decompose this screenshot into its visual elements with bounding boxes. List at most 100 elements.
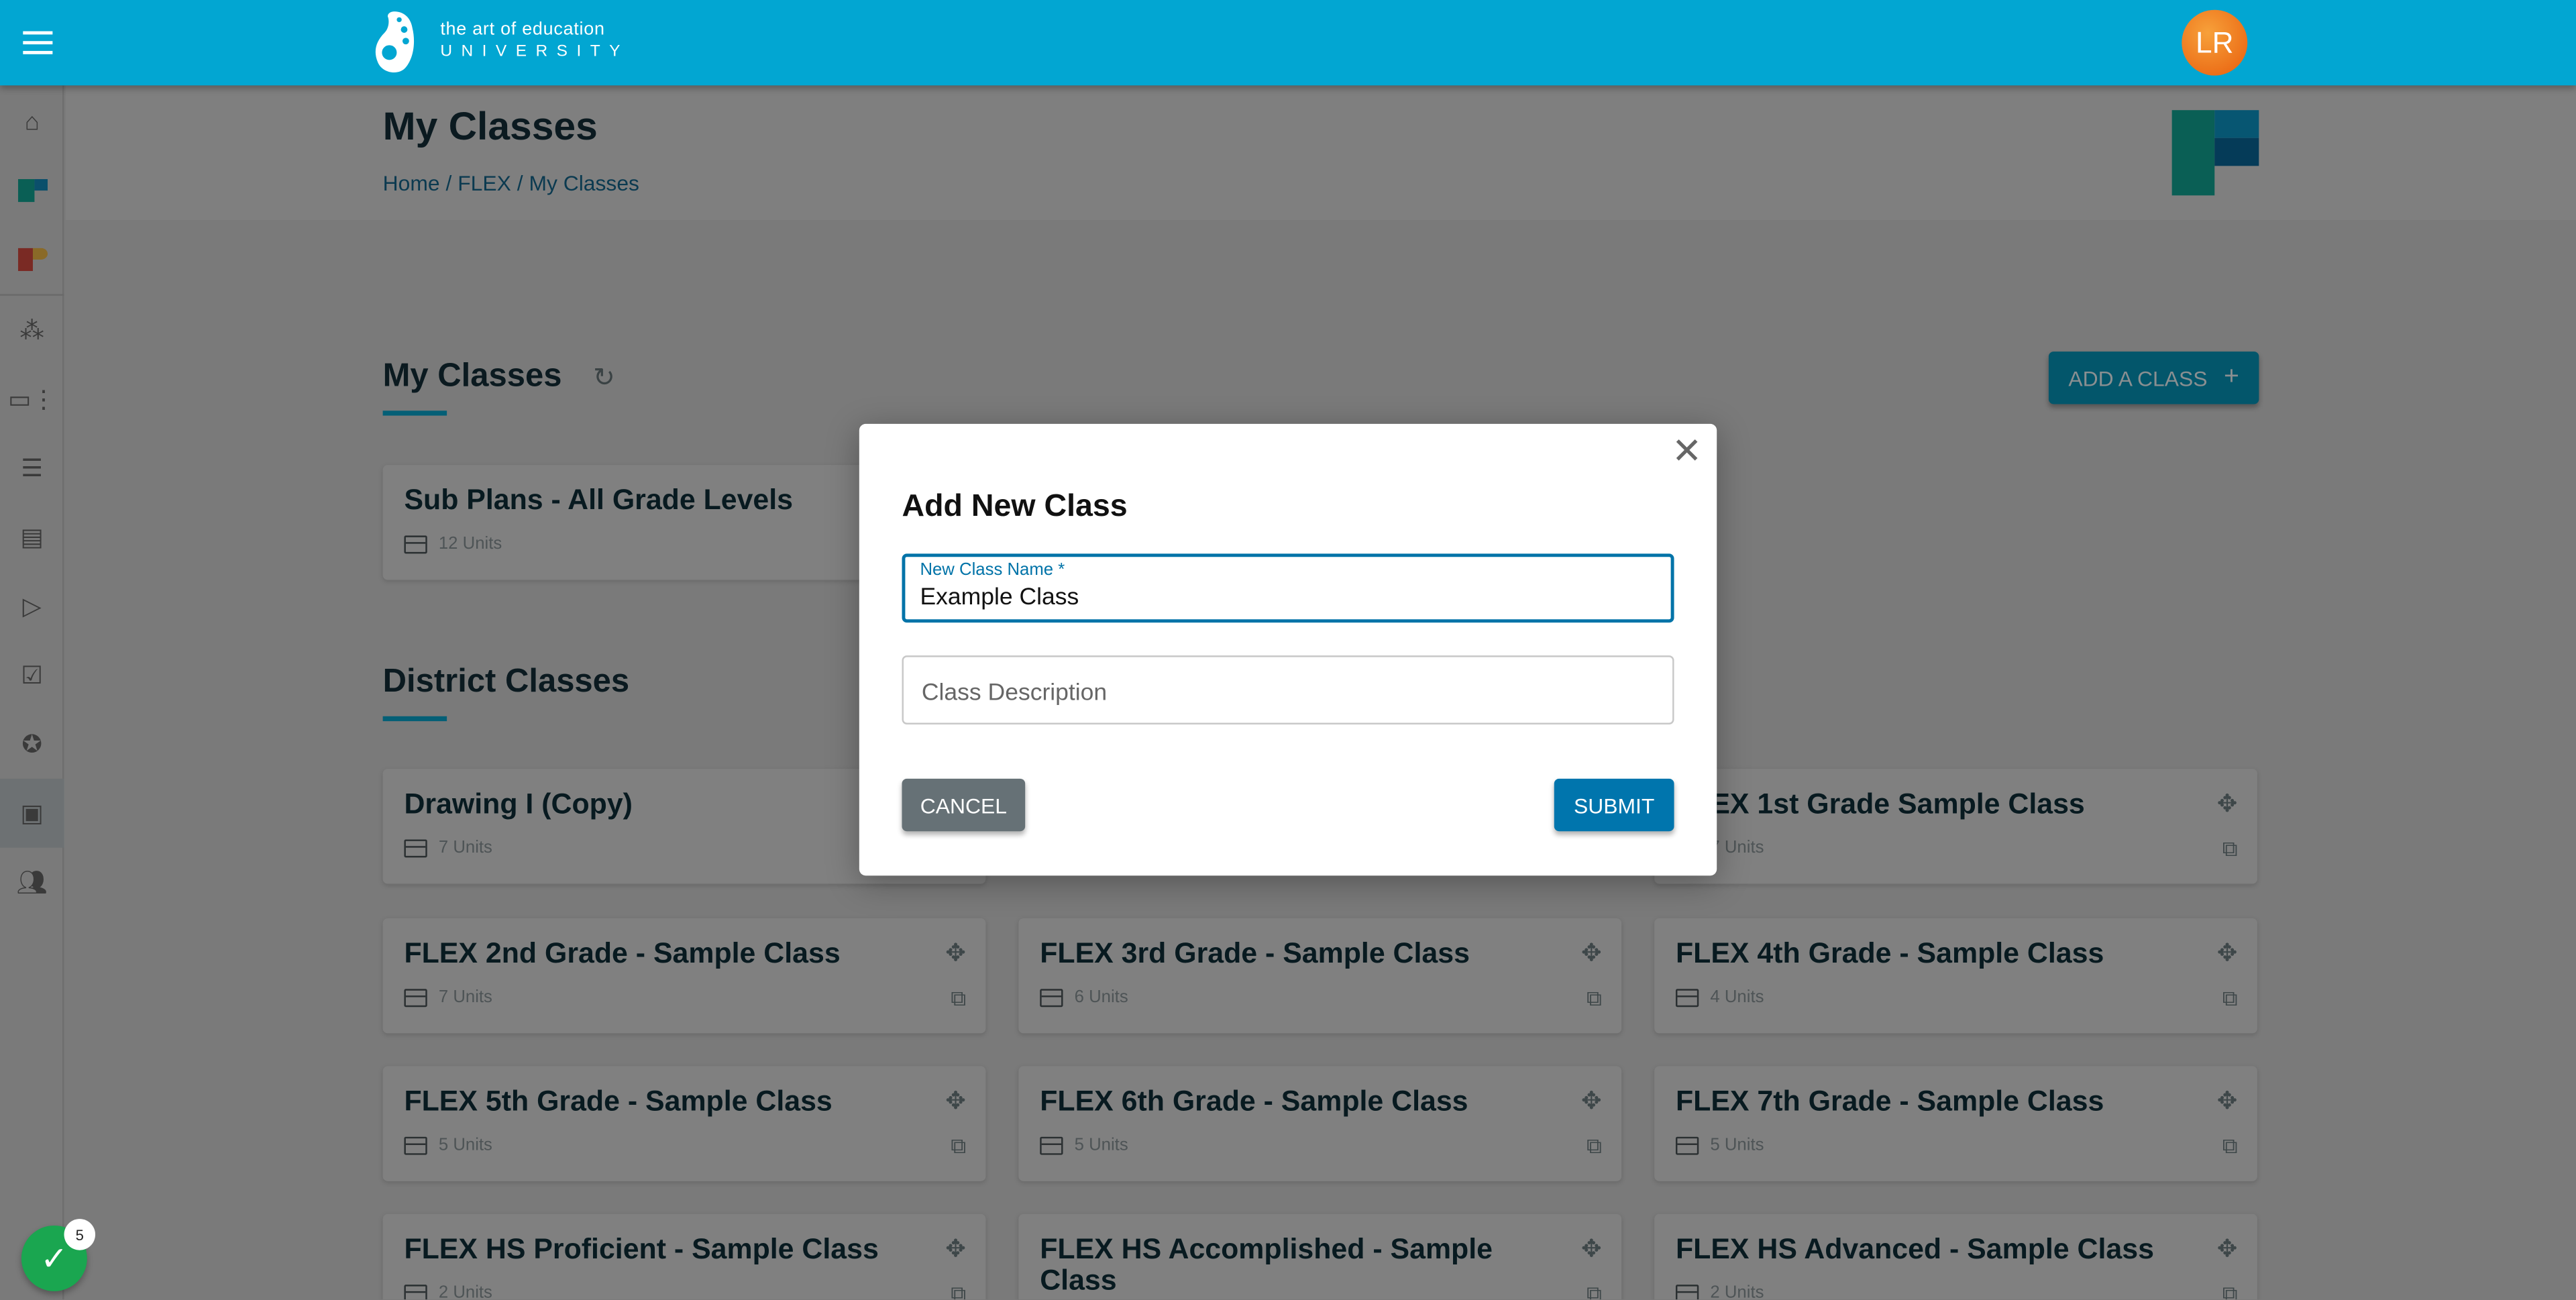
class-card-units: 12 Units — [438, 533, 502, 554]
move-icon[interactable]: ✥ — [1581, 1086, 1602, 1116]
class-card[interactable]: FLEX 1st Grade Sample Class 7 Units ✥ ⧉ — [1654, 769, 2257, 884]
notification-badge: 5 — [64, 1219, 96, 1250]
dialog-title: Add New Class — [902, 489, 1128, 525]
copy-icon[interactable]: ⧉ — [2222, 836, 2238, 863]
cancel-button[interactable]: CANCEL — [902, 778, 1026, 832]
sidebar-document-icon[interactable]: ▤ — [0, 508, 64, 567]
move-icon[interactable]: ✥ — [945, 938, 966, 968]
flex-logo-icon — [2171, 110, 2259, 196]
top-header: the art of education UNIVERSITY LR — [0, 0, 2576, 86]
sidebar-dashboard-icon[interactable]: ▭⋮ — [0, 370, 64, 429]
add-a-class-label: ADD A CLASS — [2068, 365, 2208, 390]
logo-line2: UNIVERSITY — [440, 42, 630, 61]
plus-icon: + — [2223, 363, 2239, 391]
class-card[interactable]: FLEX HS Proficient - Sample Class 2 Units… — [382, 1213, 986, 1300]
sidebar-home-icon[interactable]: ⌂ — [0, 92, 64, 151]
units-icon — [404, 838, 427, 857]
new-class-name-input[interactable]: New Class Name * Example Class — [902, 553, 1674, 623]
copy-icon[interactable]: ⧉ — [2222, 985, 2238, 1012]
class-card-title: FLEX HS Accomplished - Sample Class — [1040, 1232, 1493, 1297]
move-icon[interactable]: ✥ — [2217, 789, 2238, 818]
submit-button[interactable]: SUBMIT — [1554, 778, 1674, 832]
units-icon — [404, 1136, 427, 1154]
class-description-input[interactable]: Class Description — [902, 655, 1674, 725]
move-icon[interactable]: ✥ — [2217, 1086, 2238, 1116]
class-description-placeholder: Class Description — [921, 680, 1108, 707]
move-icon[interactable]: ✥ — [1581, 1234, 1602, 1264]
move-icon[interactable]: ✥ — [1581, 938, 1602, 968]
units-icon — [404, 535, 427, 553]
class-card-title: FLEX 4th Grade - Sample Class — [1675, 936, 2104, 969]
page-title: My Classes — [382, 105, 598, 150]
new-class-name-label: New Class Name * — [920, 560, 1065, 580]
move-icon[interactable]: ✥ — [2217, 938, 2238, 968]
avatar[interactable]: LR — [2182, 9, 2248, 76]
class-card-units: 5 Units — [1710, 1135, 1764, 1155]
hamburger-menu-icon[interactable] — [23, 31, 53, 54]
move-icon[interactable]: ✥ — [945, 1086, 966, 1116]
class-card[interactable]: FLEX 6th Grade - Sample Class 5 Units ✥ ⧉ — [1018, 1066, 1622, 1181]
class-card[interactable]: FLEX HS Accomplished - Sample Class ✥ ⧉ — [1018, 1213, 1622, 1300]
class-card-title: Drawing I (Copy) — [404, 787, 633, 820]
breadcrumb-current: My Classes — [529, 170, 640, 196]
class-card[interactable]: FLEX HS Advanced - Sample Class 2 Units ✥ ⧉ — [1654, 1213, 2257, 1300]
class-card[interactable]: FLEX 3rd Grade - Sample Class 6 Units ✥ ⧉ — [1018, 918, 1622, 1034]
heading-underline — [382, 411, 447, 416]
add-new-class-dialog: ✕ Add New Class New Class Name * Example… — [859, 423, 1717, 876]
palette-logo-icon — [375, 11, 415, 73]
close-icon[interactable]: ✕ — [1672, 433, 1702, 470]
copy-icon[interactable]: ⧉ — [951, 1134, 966, 1160]
breadcrumb-home[interactable]: Home — [383, 171, 440, 196]
copy-icon[interactable]: ⧉ — [2222, 1281, 2238, 1300]
class-card[interactable]: FLEX 7th Grade - Sample Class 5 Units ✥ ⧉ — [1654, 1066, 2257, 1181]
class-card[interactable]: FLEX 5th Grade - Sample Class 5 Units ✥ ⧉ — [382, 1066, 986, 1181]
sidebar: ⌂ ⁂ ▭⋮ ☰ ▤ ▷ ☑ ✪ ▣ 👥︎ — [0, 85, 64, 1300]
district-classes-heading: District Classes — [382, 663, 630, 700]
class-card-units: 2 Units — [438, 1283, 492, 1300]
copy-icon[interactable]: ⧉ — [1587, 985, 1602, 1012]
units-icon — [1040, 1136, 1063, 1154]
class-card-units: 7 Units — [438, 987, 492, 1008]
add-a-class-button[interactable]: ADD A CLASS + — [2048, 351, 2259, 404]
class-card-units: 5 Units — [438, 1135, 492, 1155]
heading-underline — [382, 716, 447, 722]
class-card-title: FLEX 3rd Grade - Sample Class — [1040, 936, 1470, 969]
class-card-title: FLEX 1st Grade Sample Class — [1675, 787, 2085, 820]
units-icon — [1675, 1136, 1699, 1154]
logo-line1: the art of education — [440, 19, 605, 40]
copy-icon[interactable]: ⧉ — [2222, 1134, 2238, 1160]
sidebar-flex-icon[interactable] — [0, 161, 64, 220]
sidebar-hierarchy-icon[interactable]: ⁂ — [0, 301, 64, 360]
refresh-icon[interactable]: ↻ — [593, 362, 615, 394]
breadcrumb-flex[interactable]: FLEX — [458, 171, 511, 196]
move-icon[interactable]: ✥ — [945, 1234, 966, 1264]
class-card-units: 6 Units — [1074, 987, 1128, 1008]
class-card[interactable]: FLEX 2nd Grade - Sample Class 7 Units ✥ ⧉ — [382, 918, 986, 1034]
units-icon — [1675, 988, 1699, 1007]
class-card-units: 7 Units — [438, 837, 492, 858]
class-card-title: FLEX 7th Grade - Sample Class — [1675, 1084, 2104, 1118]
sidebar-pro-icon[interactable] — [0, 230, 64, 289]
copy-icon[interactable]: ⧉ — [951, 1281, 966, 1300]
class-card-title: FLEX 5th Grade - Sample Class — [404, 1084, 833, 1118]
breadcrumb: Home / FLEX / My Classes — [383, 171, 639, 196]
class-card-title: FLEX HS Proficient - Sample Class — [404, 1232, 879, 1265]
class-card-title: Sub Plans - All Grade Levels — [404, 483, 794, 516]
sidebar-play-icon[interactable]: ▷ — [0, 577, 64, 636]
aoeu-logo[interactable]: the art of education UNIVERSITY — [371, 8, 629, 74]
class-card-units: 5 Units — [1074, 1135, 1128, 1155]
sidebar-list-icon[interactable]: ☰ — [0, 439, 64, 498]
copy-icon[interactable]: ⧉ — [1587, 1134, 1602, 1160]
sidebar-users-icon[interactable]: 👥︎ — [0, 853, 64, 912]
units-icon — [1040, 988, 1063, 1007]
class-card-title: FLEX HS Advanced - Sample Class — [1675, 1232, 2154, 1265]
class-card[interactable]: FLEX 4th Grade - Sample Class 4 Units ✥ ⧉ — [1654, 918, 2257, 1034]
copy-icon[interactable]: ⧉ — [1587, 1281, 1602, 1300]
sidebar-classes-icon[interactable]: ▣ — [0, 778, 64, 848]
units-icon — [1675, 1283, 1699, 1300]
my-classes-heading: My Classes — [382, 358, 562, 394]
sidebar-checkbox-icon[interactable]: ☑ — [0, 645, 64, 704]
move-icon[interactable]: ✥ — [2217, 1234, 2238, 1264]
copy-icon[interactable]: ⧉ — [951, 985, 966, 1012]
sidebar-badge-icon[interactable]: ✪ — [0, 714, 64, 773]
